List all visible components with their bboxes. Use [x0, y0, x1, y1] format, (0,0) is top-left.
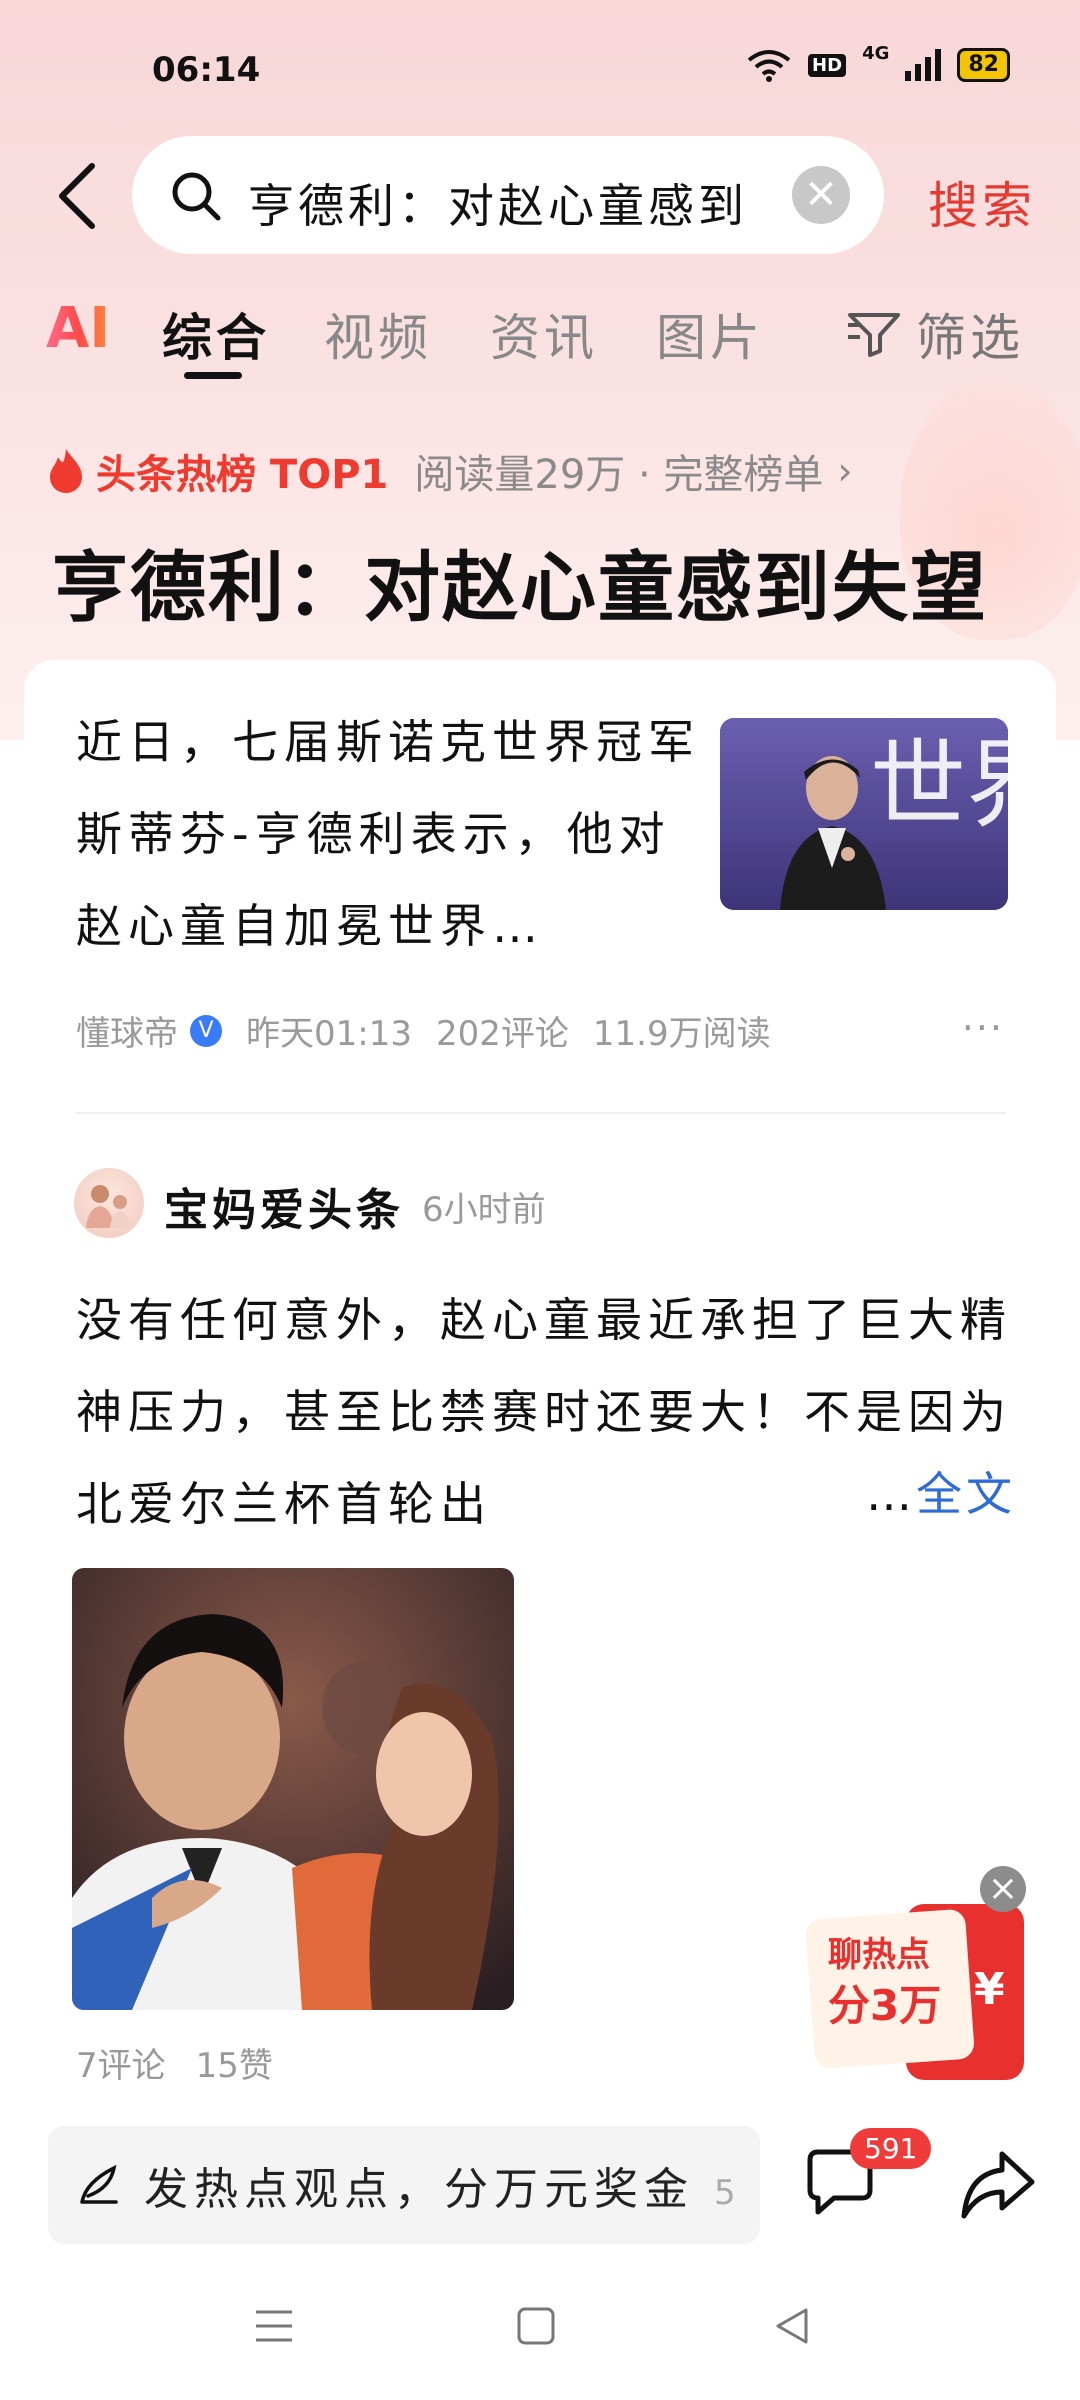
filter-icon	[848, 313, 900, 357]
battery-icon: 82	[957, 48, 1010, 82]
signal-icon	[905, 49, 942, 81]
hot-topic-promo[interactable]: 聊热点 分3万 ¥	[806, 1896, 1026, 2084]
home-nav-icon[interactable]	[516, 2306, 556, 2346]
filter-button[interactable]: 筛选	[846, 298, 1024, 370]
comment-placeholder-suffix: 5.	[714, 2173, 734, 2213]
filter-label: 筛选	[916, 309, 1024, 367]
active-tab-indicator	[184, 372, 242, 379]
share-icon[interactable]	[958, 2146, 1038, 2222]
comment-placeholder: 发热点观点，分万元奖金 5.	[144, 2153, 734, 2217]
post-likes[interactable]: 15赞	[196, 2038, 273, 2087]
post-author[interactable]: 宝妈爱头条	[164, 1174, 404, 1238]
hot-rank-link[interactable]: 头条热榜 TOP1 阅读量29万 · 完整榜单 ›	[46, 442, 853, 500]
more-options-icon[interactable]: ···	[962, 1006, 1004, 1050]
post-image[interactable]	[72, 1568, 514, 2010]
full-text-link[interactable]: …全文	[860, 1458, 1016, 1524]
back-arrow-icon[interactable]	[48, 160, 108, 232]
article-reads: 11.9万阅读	[592, 1014, 771, 1054]
search-icon	[172, 172, 221, 221]
tab-video[interactable]: 视频	[324, 298, 432, 370]
back-nav-icon[interactable]	[772, 2306, 812, 2346]
page-title: 亨德利：对赵心童感到失望	[52, 543, 988, 632]
yuan-icon: ¥	[974, 1964, 1005, 2015]
ellipsis: …	[866, 1467, 916, 1521]
full-text-label: 全文	[916, 1467, 1016, 1521]
article-summary[interactable]: 近日，七届斯诺克世界冠军斯蒂芬-亨德利表示，他对赵心童自加冕世界…	[76, 696, 706, 972]
pen-icon	[80, 2164, 118, 2204]
results-card: 近日，七届斯诺克世界冠军斯蒂芬-亨德利表示，他对赵心童自加冕世界… 世界 懂球帝…	[24, 660, 1056, 2110]
post-stats: 7评论 15赞	[76, 2038, 273, 2087]
ai-tab[interactable]: AI	[46, 296, 110, 361]
network-label: 4G	[862, 42, 890, 64]
tab-images[interactable]: 图片	[656, 298, 764, 370]
comment-count-badge: 591	[850, 2128, 932, 2169]
search-input[interactable]: 亨德利：对赵心童感到 ✕	[132, 136, 884, 254]
clear-search-button[interactable]: ✕	[792, 166, 850, 224]
status-time: 06:14	[152, 50, 261, 90]
hot-rank-meta: 阅读量29万 · 完整榜单	[414, 452, 824, 498]
article-thumbnail[interactable]: 世界	[720, 718, 1008, 910]
fire-icon	[50, 449, 82, 493]
promo-line2: 分3万	[828, 1981, 941, 2030]
post-time: 6小时前	[422, 1190, 546, 1230]
article-source[interactable]: 懂球帝	[76, 1006, 178, 1055]
menu-nav-icon[interactable]	[254, 2306, 294, 2346]
hot-rank-label: 头条热榜 TOP1	[96, 452, 389, 498]
close-icon[interactable]: ×	[980, 1866, 1026, 1912]
search-button[interactable]: 搜索	[928, 166, 1036, 238]
wifi-icon	[747, 50, 791, 82]
status-icons: HD 4G 82	[746, 43, 1010, 82]
verified-icon: V	[190, 1014, 222, 1047]
article-comments: 202评论	[435, 1014, 569, 1054]
thumbnail-text: 世界	[870, 729, 1008, 841]
avatar[interactable]	[74, 1168, 144, 1238]
tab-comprehensive[interactable]: 综合	[162, 298, 270, 370]
tab-news[interactable]: 资讯	[490, 298, 598, 370]
chevron-right-icon: ›	[837, 449, 853, 493]
comment-input[interactable]: 发热点观点，分万元奖金 5.	[48, 2126, 760, 2244]
divider	[76, 1112, 1006, 1114]
post-comments[interactable]: 7评论	[76, 2038, 166, 2087]
hd-icon: HD	[808, 53, 847, 77]
article-time: 昨天01:13	[246, 1014, 412, 1054]
article-meta: 懂球帝 V 昨天01:13 202评论 11.9万阅读	[76, 1006, 771, 1055]
status-bar: 06:14 HD 4G 82	[0, 0, 1080, 140]
promo-line1: 聊热点	[828, 1935, 930, 1975]
search-query[interactable]: 亨德利：对赵心童感到	[248, 170, 888, 236]
